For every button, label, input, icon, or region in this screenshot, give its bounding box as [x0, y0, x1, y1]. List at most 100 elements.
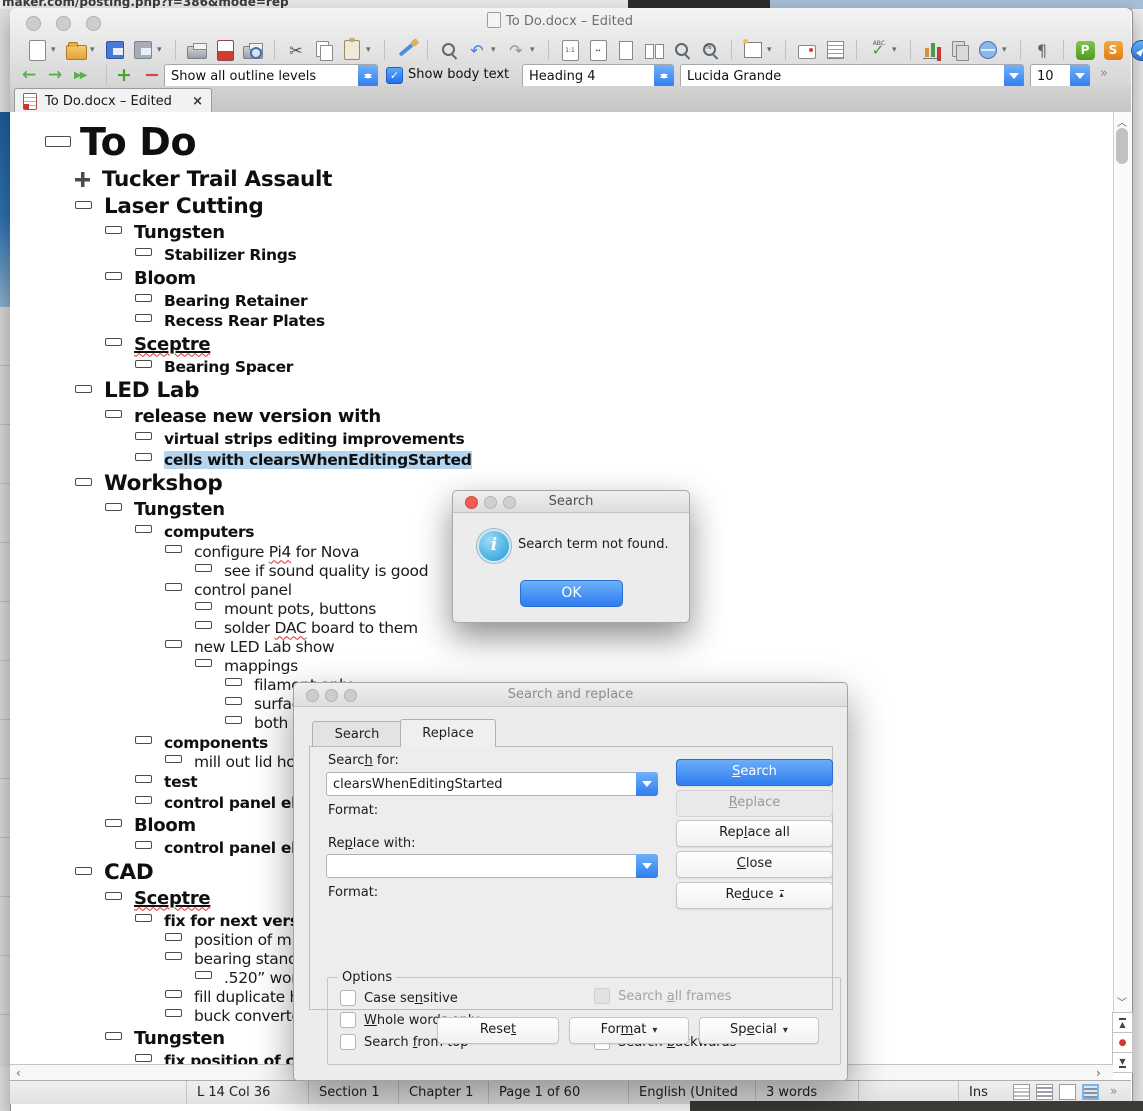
outline-collapse-icon[interactable]: [195, 659, 212, 667]
zoom-in-icon[interactable]: %: [699, 39, 721, 61]
window-close-button[interactable]: [26, 16, 41, 31]
outline-collapse-icon[interactable]: [225, 697, 242, 705]
outline-item[interactable]: virtual strips editing improvements: [10, 429, 1113, 450]
reset-button[interactable]: Reset: [437, 1017, 559, 1044]
outline-collapse-icon[interactable]: [135, 525, 152, 533]
print-icon[interactable]: [186, 39, 208, 61]
outline-collapse-icon[interactable]: [45, 136, 71, 147]
outline-item[interactable]: new LED Lab show: [10, 638, 1113, 657]
outline-collapse-icon[interactable]: [165, 545, 182, 553]
outline-collapse-icon[interactable]: [75, 867, 92, 875]
outline-collapse-icon[interactable]: [135, 796, 152, 804]
outline-collapse-icon[interactable]: [165, 933, 182, 941]
outline-expand-icon[interactable]: [75, 172, 90, 187]
special-menu-button[interactable]: Special: [699, 1017, 819, 1044]
ok-button[interactable]: OK: [520, 580, 623, 607]
close-button[interactable]: Close: [676, 851, 833, 878]
scroll-right-icon[interactable]: ›: [1096, 1066, 1101, 1080]
outline-collapse-icon[interactable]: [105, 338, 122, 346]
font-name-select[interactable]: Lucida Grande: [680, 64, 1024, 88]
forward-arrow-icon[interactable]: →: [48, 64, 62, 86]
single-page-icon[interactable]: [615, 39, 637, 61]
outline-item[interactable]: Recess Rear Plates: [10, 311, 1113, 332]
format-menu-button[interactable]: Format: [569, 1017, 689, 1044]
stepper-icon[interactable]: [654, 65, 674, 87]
case-sensitive-checkbox[interactable]: [340, 990, 356, 1006]
app-s-icon[interactable]: S: [1102, 39, 1124, 61]
outline-collapse-icon[interactable]: [75, 385, 92, 393]
insert-comment-icon[interactable]: [796, 39, 818, 61]
outline-collapse-icon[interactable]: [165, 952, 182, 960]
clone-formatting-icon[interactable]: [395, 39, 417, 61]
status-cell[interactable]: Page 1 of 60: [488, 1081, 628, 1104]
outline-collapse-icon[interactable]: [165, 755, 182, 763]
outline-levels-select[interactable]: Show all outline levels: [164, 64, 378, 88]
outline-collapse-icon[interactable]: [105, 503, 122, 511]
outline-collapse-icon[interactable]: [105, 410, 122, 418]
find-replace-icon[interactable]: [438, 39, 460, 61]
vertical-scrollbar[interactable]: [1113, 112, 1132, 1064]
paragraph-style-select[interactable]: Heading 4: [522, 64, 674, 88]
undo-icon[interactable]: ↶: [466, 39, 488, 61]
outline-collapse-icon[interactable]: [135, 248, 152, 256]
dropdown-caret-icon[interactable]: ▾: [491, 45, 499, 55]
view-layout-single-icon[interactable]: [1013, 1084, 1030, 1100]
window-zoom-button[interactable]: [86, 16, 101, 31]
toolbar-overflow-icon[interactable]: »: [1100, 66, 1108, 81]
outline-collapse-icon[interactable]: [135, 914, 152, 922]
scroll-down-icon[interactable]: ﹀: [1116, 994, 1128, 1009]
demote-icon[interactable]: −: [144, 64, 160, 86]
outline-collapse-icon[interactable]: [225, 678, 242, 686]
chevron-down-icon[interactable]: [1004, 65, 1024, 87]
replace-button[interactable]: Replace: [676, 790, 833, 817]
status-cell[interactable]: Section 1: [308, 1081, 398, 1104]
search-for-combobox[interactable]: clearsWhenEditingStarted: [326, 772, 658, 796]
dropdown-caret-icon[interactable]: ▾: [767, 45, 775, 55]
copy-icon[interactable]: [313, 39, 335, 61]
replace-all-button[interactable]: Replace all: [676, 820, 833, 847]
dropdown-caret-icon[interactable]: ▾: [90, 45, 98, 55]
chevron-down-icon[interactable]: [636, 772, 658, 796]
app-safari-icon[interactable]: [1130, 39, 1143, 61]
save-as-icon[interactable]: [132, 39, 154, 61]
multi-page-icon[interactable]: [643, 39, 665, 61]
spellcheck-icon[interactable]: ✓: [867, 39, 889, 61]
outline-collapse-icon[interactable]: [225, 716, 242, 724]
formatting-marks-icon[interactable]: ¶: [1031, 39, 1053, 61]
outline-item[interactable]: Sceptre: [10, 332, 1113, 357]
navigation-target-button[interactable]: ●: [1112, 1032, 1133, 1053]
dropdown-caret-icon[interactable]: ▾: [892, 45, 900, 55]
document-tab[interactable]: To Do.docx – Edited ×: [14, 88, 212, 113]
insert-frame-icon[interactable]: [742, 39, 764, 61]
outline-collapse-icon[interactable]: [135, 775, 152, 783]
outline-collapse-icon[interactable]: [135, 453, 152, 461]
outline-collapse-icon[interactable]: [135, 314, 152, 322]
search-for-value[interactable]: clearsWhenEditingStarted: [327, 777, 637, 792]
dropdown-caret-icon[interactable]: ▾: [157, 45, 165, 55]
outline-collapse-icon[interactable]: [135, 1054, 152, 1062]
outline-item[interactable]: Laser Cutting: [10, 193, 1113, 220]
outline-collapse-icon[interactable]: [195, 602, 212, 610]
zoom-100-icon[interactable]: 1:1: [559, 39, 581, 61]
outline-item[interactable]: Bloom: [10, 266, 1113, 291]
show-body-text-checkbox[interactable]: ✓: [386, 67, 403, 84]
outline-item[interactable]: LED Lab: [10, 377, 1113, 404]
outline-collapse-icon[interactable]: [105, 226, 122, 234]
export-pdf-icon[interactable]: [214, 39, 236, 61]
search-from-top-checkbox[interactable]: [340, 1034, 356, 1050]
whole-words-checkbox[interactable]: [340, 1012, 356, 1028]
outline-collapse-icon[interactable]: [135, 841, 152, 849]
view-layout-outline-icon[interactable]: [1082, 1084, 1099, 1100]
stepper-icon[interactable]: [358, 65, 378, 87]
zoom-out-icon[interactable]: [671, 39, 693, 61]
tab-search[interactable]: Search: [312, 721, 402, 747]
case-sensitive-row[interactable]: Case sensitive: [340, 990, 458, 1006]
outline-collapse-icon[interactable]: [75, 478, 92, 486]
search-button[interactable]: Search: [676, 759, 833, 786]
view-layout-blank-icon[interactable]: [1059, 1084, 1076, 1100]
paste-icon[interactable]: [341, 39, 363, 61]
outline-item[interactable]: To Do: [10, 118, 1113, 166]
app-pages-icon[interactable]: P: [1074, 39, 1096, 61]
outline-item[interactable]: Tucker Trail Assault: [10, 166, 1113, 193]
scroll-left-icon[interactable]: ‹: [16, 1066, 21, 1080]
